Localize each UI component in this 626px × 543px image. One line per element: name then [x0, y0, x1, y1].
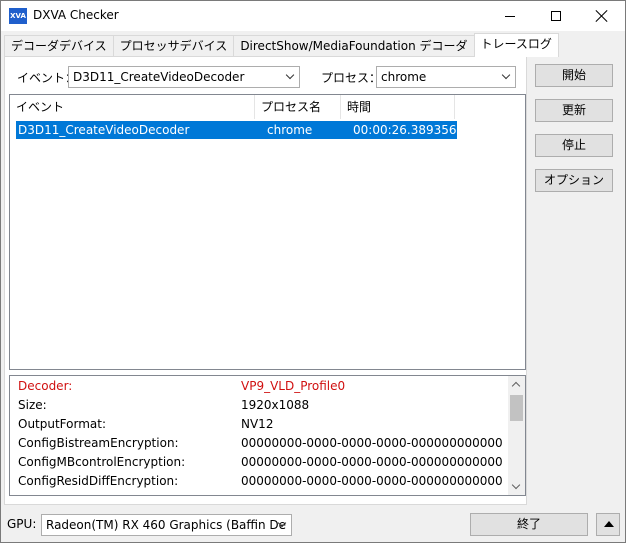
minimize-icon: [505, 15, 515, 17]
gpu-select[interactable]: Radeon(TM) RX 460 Graphics (Baffin De: [41, 514, 292, 536]
row-process-cell: chrome: [267, 123, 313, 137]
detail-value: 1920x1088: [241, 398, 310, 412]
column-header-process-name[interactable]: プロセス名: [255, 95, 341, 119]
chevron-down-icon: [502, 72, 510, 80]
event-detail-panel[interactable]: Decoder: VP9_VLD_Profile0 Size: 1920x108…: [9, 375, 526, 496]
detail-key: Size:: [18, 398, 47, 412]
options-button[interactable]: オプション: [535, 169, 613, 192]
start-button[interactable]: 開始: [535, 64, 613, 87]
tab-bar: デコーダデバイス プロセッサデバイス DirectShow/MediaFound…: [4, 33, 559, 57]
chevron-down-icon: [278, 520, 286, 528]
title-bar[interactable]: XVA DXVA Checker: [1, 1, 625, 31]
process-filter-value: chrome: [381, 70, 427, 84]
gpu-value: Radeon(TM) RX 460 Graphics (Baffin De: [46, 518, 287, 532]
detail-key: ConfigMBcontrolEncryption:: [18, 455, 186, 469]
scroll-thumb[interactable]: [510, 395, 523, 421]
collapse-button[interactable]: [596, 513, 620, 536]
scroll-up-icon[interactable]: [508, 376, 525, 393]
exit-button[interactable]: 終了: [470, 513, 588, 536]
column-header-time[interactable]: 時間: [341, 95, 455, 119]
close-button[interactable]: [579, 1, 625, 31]
tab-trace-log[interactable]: トレースログ: [473, 33, 559, 57]
event-filter-select[interactable]: D3D11_CreateVideoDecoder: [68, 66, 300, 88]
detail-value: 00000000-0000-0000-0000-000000000000: [241, 455, 503, 469]
detail-value: 00000000-0000-0000-0000-000000000000: [241, 474, 503, 488]
stop-button[interactable]: 停止: [535, 134, 613, 157]
event-list-header: イベント プロセス名 時間: [10, 95, 455, 119]
window-title: DXVA Checker: [33, 8, 119, 22]
column-header-event[interactable]: イベント: [10, 95, 255, 119]
minimize-button[interactable]: [487, 1, 533, 31]
process-filter-select[interactable]: chrome: [376, 66, 516, 88]
detail-key: OutputFormat:: [18, 417, 107, 431]
detail-value: NV12: [241, 417, 274, 431]
row-event-cell: D3D11_CreateVideoDecoder: [18, 123, 190, 137]
process-filter-label: プロセス：: [321, 71, 382, 85]
table-row[interactable]: D3D11_CreateVideoDecoder chrome 00:00:26…: [16, 121, 457, 139]
detail-scrollbar[interactable]: [508, 376, 525, 495]
event-list[interactable]: イベント プロセス名 時間 D3D11_CreateVideoDecoder c…: [9, 94, 526, 370]
detail-key: Decoder:: [18, 379, 73, 393]
scroll-down-icon[interactable]: [508, 478, 525, 495]
app-icon: XVA: [9, 8, 27, 24]
dxva-checker-window: XVA DXVA Checker デコーダデバイス プロセッサデバイス Dire…: [0, 0, 626, 543]
close-icon: [596, 10, 608, 22]
tab-directshow-mediafoundation-decoders[interactable]: DirectShow/MediaFoundation デコーダ: [233, 35, 475, 57]
maximize-button[interactable]: [533, 1, 579, 31]
triangle-up-icon: [604, 521, 614, 527]
detail-value: VP9_VLD_Profile0: [241, 379, 346, 393]
detail-value: 00000000-0000-0000-0000-000000000000: [241, 436, 503, 450]
tab-decoder-devices[interactable]: デコーダデバイス: [4, 35, 114, 57]
row-time-cell: 00:00:26.3893566: [353, 123, 457, 137]
detail-key: ConfigBistreamEncryption:: [18, 436, 179, 450]
detail-key: ConfigResidDiffEncryption:: [18, 474, 179, 488]
event-filter-value: D3D11_CreateVideoDecoder: [73, 70, 245, 84]
maximize-icon: [551, 11, 561, 21]
chevron-down-icon: [286, 72, 294, 80]
gpu-label: GPU:: [7, 517, 37, 531]
tab-processor-devices[interactable]: プロセッサデバイス: [112, 35, 235, 57]
refresh-button[interactable]: 更新: [535, 99, 613, 122]
